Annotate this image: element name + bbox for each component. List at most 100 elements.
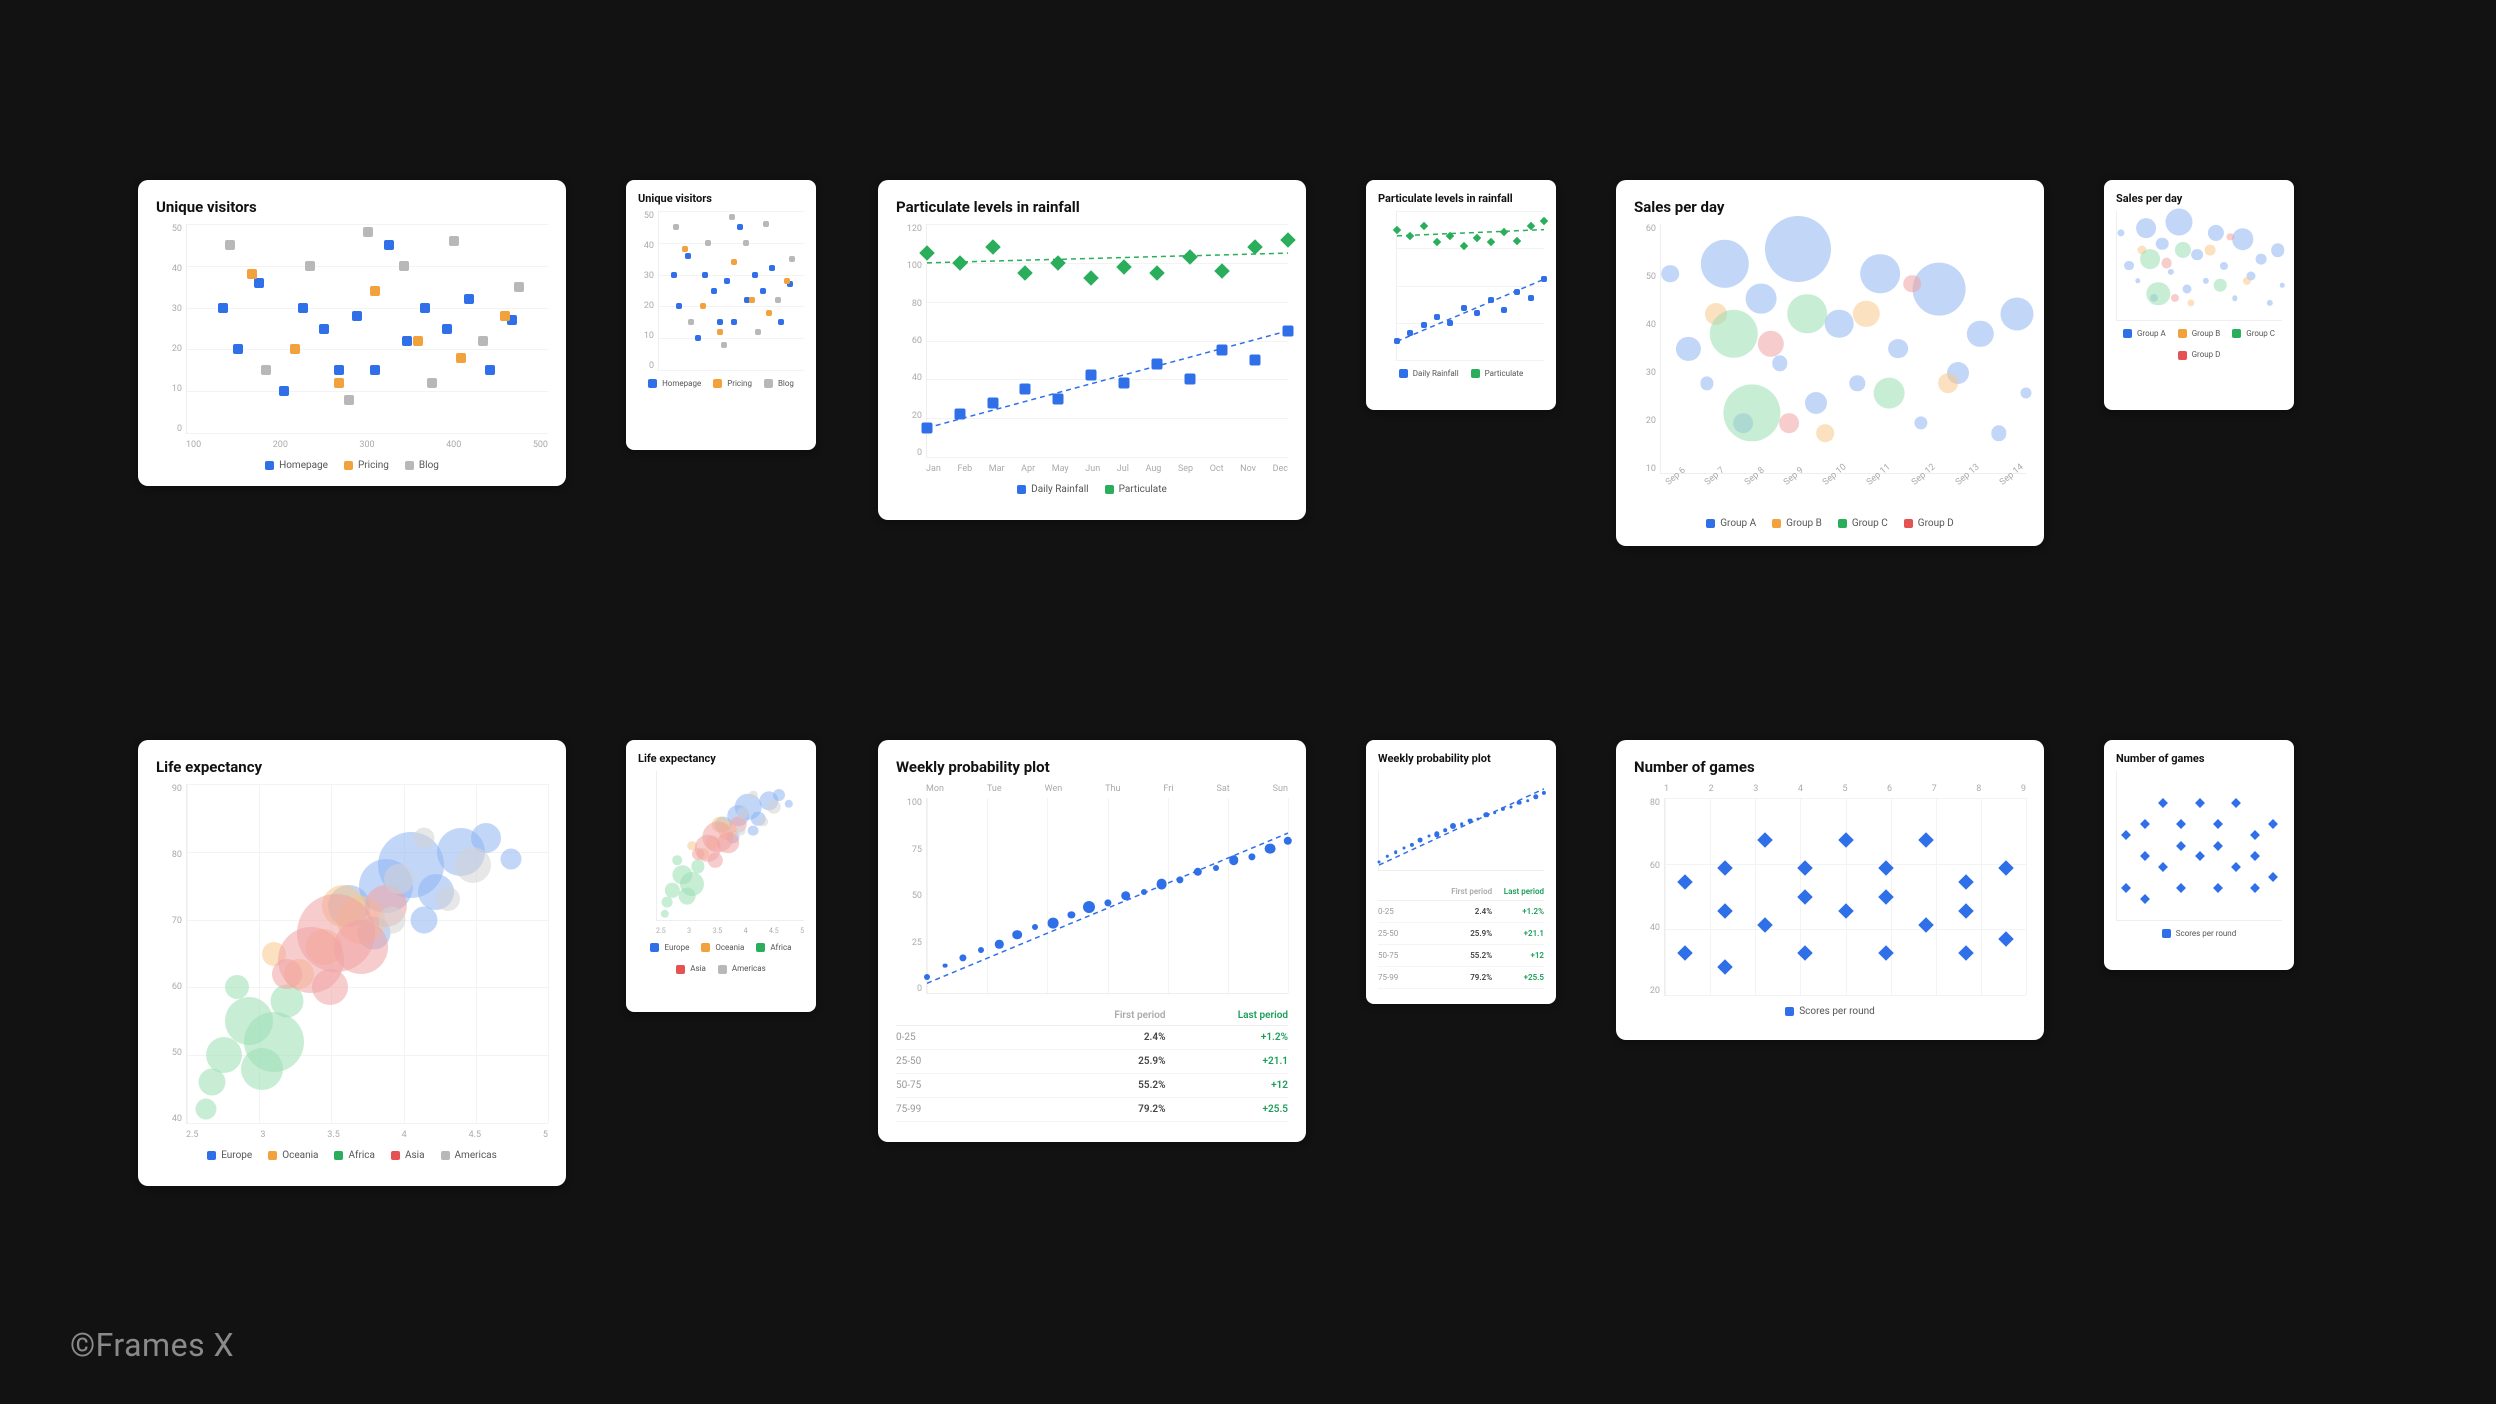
data-point [1717, 959, 1733, 975]
data-point [1248, 853, 1255, 860]
plot-area [1378, 771, 1544, 871]
data-point [1958, 945, 1974, 961]
data-point [1447, 320, 1453, 326]
table-row: 25-5025.9%+21.1 [896, 1050, 1288, 1074]
data-point [272, 959, 302, 989]
data-point [960, 954, 967, 961]
data-point [1853, 300, 1879, 326]
legend: Daily RainfallParticulate [1378, 369, 1544, 378]
data-point [344, 395, 354, 405]
data-point [1787, 294, 1827, 334]
data-point [1018, 265, 1034, 281]
data-point [2171, 294, 2179, 302]
x-axis-labels: JanFebMarAprMayJunJulAugSepOctNovDec [896, 464, 1288, 474]
data-point [1443, 829, 1447, 833]
data-point [743, 240, 749, 246]
data-point [399, 261, 409, 271]
data-point [2121, 883, 2131, 893]
plot-area [2116, 211, 2282, 321]
data-point [717, 832, 739, 854]
data-point [198, 1069, 225, 1096]
data-point [924, 974, 930, 980]
data-point [1849, 376, 1864, 391]
data-point [379, 906, 406, 933]
data-point [370, 365, 380, 375]
data-point [436, 887, 460, 911]
plot-area [2116, 771, 2282, 921]
legend-item: Americas [441, 1150, 497, 1161]
data-point [1393, 225, 1401, 233]
y-axis-labels: 50403020100 [638, 211, 658, 371]
chart-title: Particulate levels in rainfall [1378, 192, 1544, 205]
data-point [1419, 222, 1427, 230]
data-point [691, 860, 704, 873]
legend: Group AGroup BGroup CGroup D [1634, 518, 2026, 529]
data-point [2158, 862, 2168, 872]
data-point [1710, 309, 1758, 357]
data-point [1467, 818, 1472, 823]
data-point [2220, 261, 2228, 269]
data-point [1526, 222, 1534, 230]
data-point [1433, 238, 1441, 246]
legend: Daily RainfallParticulate [896, 484, 1288, 495]
data-point [1484, 812, 1489, 817]
data-point [1194, 868, 1202, 876]
chart-title: Unique visitors [156, 198, 548, 216]
data-point [737, 224, 743, 230]
legend-item: Particulate [1471, 369, 1524, 378]
data-point [1838, 903, 1854, 919]
legend-item: Homepage [265, 460, 328, 471]
data-point [2195, 798, 2205, 808]
y-axis-labels: 1007550250 [896, 798, 926, 994]
data-point [225, 240, 235, 250]
y-axis-labels: 908070605040 [156, 784, 186, 1124]
legend-item: Blog [764, 379, 794, 388]
legend-item: Scores per round [1785, 1006, 1875, 1017]
data-point [1500, 228, 1508, 236]
data-point [662, 897, 673, 908]
card-unique-visitors: Unique visitors 50403020100 100200300400… [138, 180, 566, 486]
legend: Group AGroup BGroup CGroup D [2116, 329, 2282, 360]
card-life-expectancy: Life expectancy 908070605040 2.533.544.5… [138, 740, 566, 1186]
data-point [1860, 254, 1900, 294]
data-point [1838, 832, 1854, 848]
data-point [1757, 832, 1773, 848]
data-point [1421, 322, 1427, 328]
data-point [1700, 377, 1713, 390]
data-point [1151, 358, 1162, 369]
data-point [2232, 229, 2254, 251]
data-point [334, 365, 344, 375]
table-row: 50-7555.2%+12 [1378, 945, 1544, 967]
data-point [1450, 823, 1456, 829]
data-point [2214, 279, 2227, 292]
chart-title: Unique visitors [638, 192, 804, 205]
data-point [478, 336, 488, 346]
data-point [2213, 883, 2223, 893]
data-table: First periodLast period0-252.4%+1.2%25-5… [896, 1006, 1288, 1122]
data-point [1280, 232, 1296, 248]
data-point [1086, 370, 1097, 381]
legend-item: Group D [2178, 350, 2221, 359]
plot-area [186, 224, 548, 434]
data-point [1676, 336, 1700, 360]
legend-item: Group C [1838, 518, 1888, 529]
data-point [1533, 794, 1538, 799]
data-point [763, 221, 769, 227]
plot-area [926, 224, 1288, 458]
data-point [1967, 320, 1993, 346]
data-point [1460, 823, 1464, 827]
data-point [1410, 843, 1414, 847]
data-point [922, 422, 933, 433]
data-point [1156, 878, 1167, 889]
data-point [384, 240, 394, 250]
data-point [1486, 238, 1494, 246]
data-point [1247, 240, 1263, 256]
data-point [2147, 282, 2170, 305]
data-point [1493, 811, 1497, 815]
data-point [1958, 875, 1974, 891]
data-point [402, 336, 412, 346]
legend-item: Group D [1904, 518, 1954, 529]
data-point [1903, 275, 1921, 293]
data-point [427, 378, 437, 388]
legend-item: Pricing [713, 379, 752, 388]
